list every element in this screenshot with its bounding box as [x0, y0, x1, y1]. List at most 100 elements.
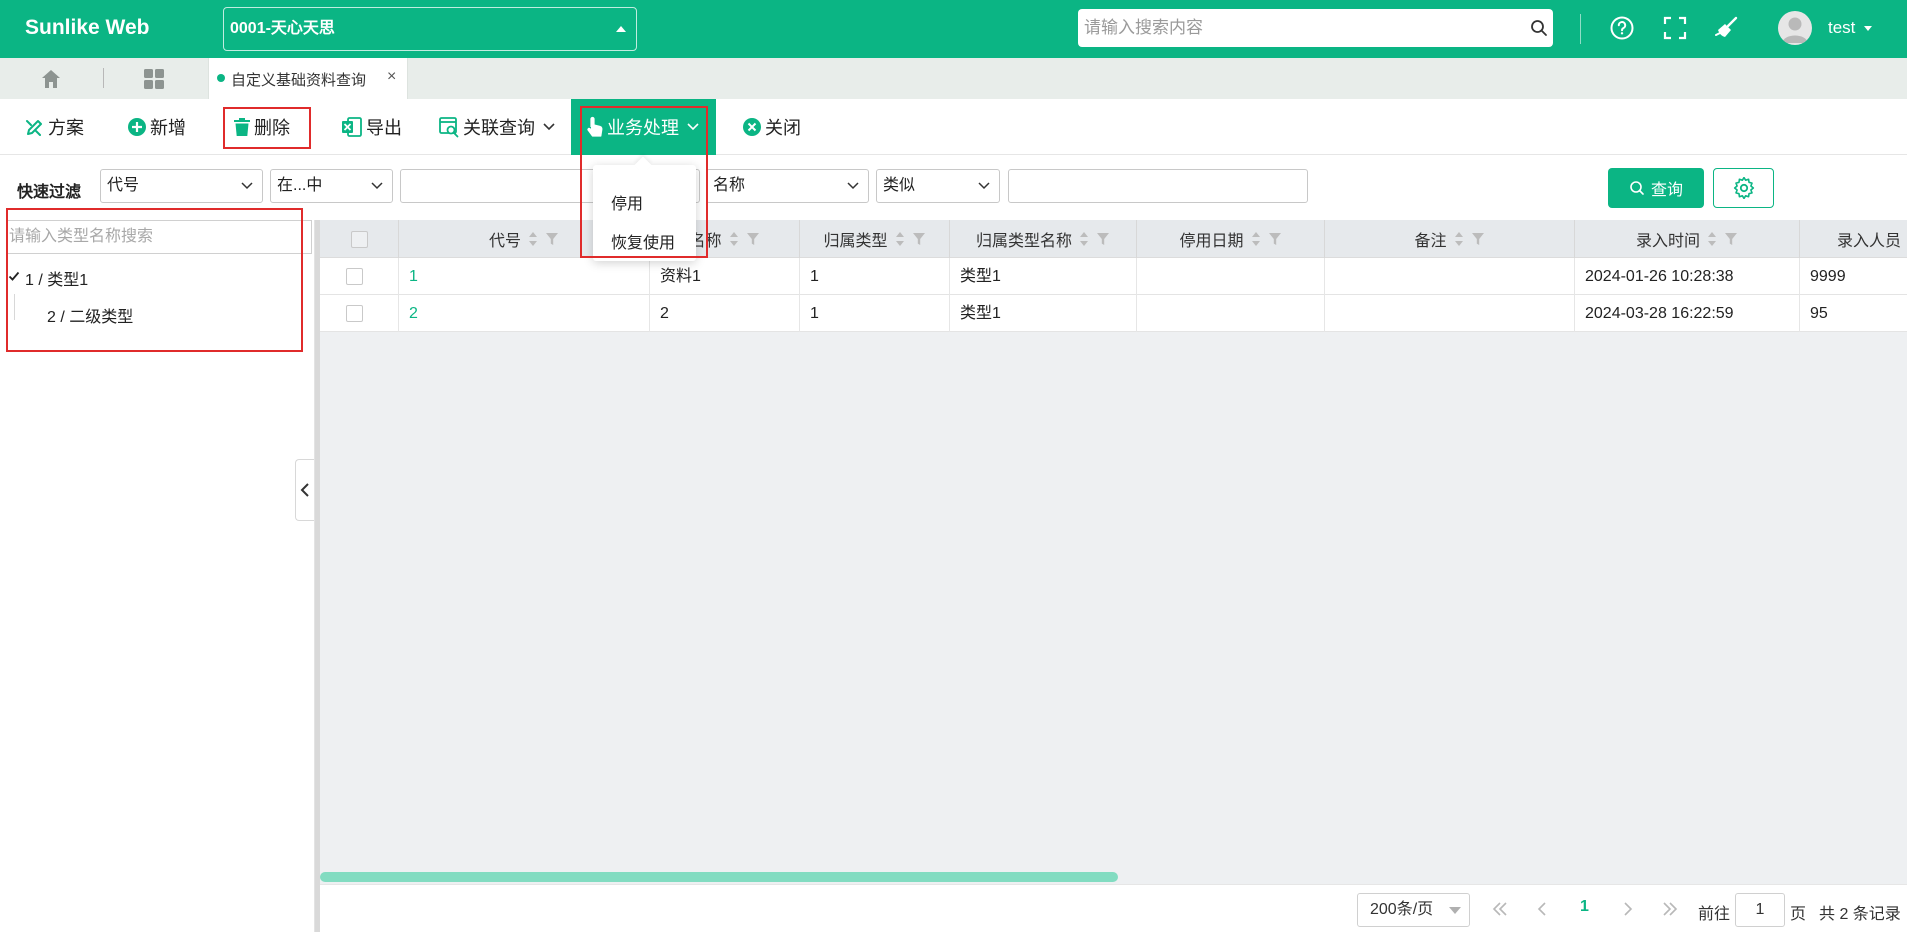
- global-search-input[interactable]: [1078, 9, 1553, 47]
- table-row[interactable]: 1 资料1 1 类型1 2024-01-26 10:28:38 9999: [320, 258, 1907, 295]
- col-header-type[interactable]: 归属类型: [800, 220, 950, 258]
- query-button[interactable]: 查询: [1608, 168, 1704, 208]
- edit-scheme-icon: [26, 120, 42, 136]
- filter-settings-button[interactable]: [1713, 168, 1774, 208]
- sort-icon[interactable]: [1706, 230, 1718, 248]
- plus-circle-icon: [128, 118, 146, 136]
- filter-funnel-icon[interactable]: [1096, 232, 1110, 246]
- header-divider: [1580, 14, 1581, 44]
- delete-button[interactable]: 删除: [233, 99, 290, 155]
- active-dot-icon: [217, 74, 225, 82]
- chevron-left-icon: [300, 483, 309, 497]
- col-header-created-time[interactable]: 录入时间: [1575, 220, 1800, 258]
- sort-icon[interactable]: [1078, 230, 1090, 248]
- filter-funnel-icon[interactable]: [545, 232, 559, 246]
- menu-item-restore[interactable]: 恢复使用: [611, 229, 675, 253]
- col-header-stop-date[interactable]: 停用日期: [1137, 220, 1325, 258]
- filter-funnel-icon[interactable]: [746, 232, 760, 246]
- checkmark-expanded-icon[interactable]: [8, 270, 20, 282]
- page-size-value: 200条/页: [1370, 901, 1434, 918]
- table-row[interactable]: 2 2 1 类型1 2024-03-28 16:22:59 95: [320, 295, 1907, 332]
- tree-search-input[interactable]: [6, 220, 312, 254]
- cell-name: 资料1: [650, 258, 800, 295]
- gear-icon: [1733, 177, 1754, 199]
- page-size-select[interactable]: 200条/页: [1357, 893, 1470, 927]
- scheme-button[interactable]: 方案: [25, 99, 84, 155]
- fullscreen-icon[interactable]: [1662, 15, 1688, 41]
- row-checkbox[interactable]: [346, 268, 363, 285]
- user-icon: [1782, 17, 1808, 43]
- sort-icon[interactable]: [1250, 230, 1262, 248]
- user-avatar[interactable]: [1778, 11, 1812, 45]
- filter-field2-select[interactable]: 名称: [706, 169, 869, 203]
- export-button[interactable]: 导出: [341, 99, 402, 155]
- business-process-button[interactable]: 业务处理: [571, 99, 716, 155]
- filter-funnel-icon[interactable]: [912, 232, 926, 246]
- filter-op2-value: 类似: [883, 177, 916, 194]
- menu-item-disable[interactable]: 停用: [611, 190, 643, 214]
- grid-apps-icon[interactable]: [143, 68, 165, 90]
- collapse-panel-button[interactable]: [295, 459, 314, 521]
- cell-created-time: 2024-03-28 16:22:59: [1575, 295, 1800, 332]
- next-page-icon[interactable]: [1618, 899, 1638, 919]
- close-button[interactable]: 关闭: [742, 99, 801, 155]
- row-select-cell: [320, 295, 399, 332]
- caret-up-icon: [616, 26, 626, 32]
- col-header-remark[interactable]: 备注: [1325, 220, 1575, 258]
- chevron-down-icon: [978, 182, 990, 190]
- filter-funnel-icon[interactable]: [1471, 232, 1485, 246]
- horizontal-scrollbar[interactable]: [320, 872, 1118, 882]
- col-header-label: 代号: [488, 233, 521, 250]
- filter-funnel-icon[interactable]: [1268, 232, 1282, 246]
- delete-label: 删除: [254, 118, 290, 138]
- col-header-creator[interactable]: 录入人员: [1800, 220, 1907, 258]
- current-page[interactable]: 1: [1580, 898, 1589, 916]
- goto-page-input[interactable]: [1735, 893, 1785, 927]
- broom-clean-icon[interactable]: [1714, 15, 1740, 41]
- filter-value2-input[interactable]: [1008, 169, 1308, 203]
- user-name[interactable]: test: [1828, 18, 1855, 38]
- last-page-icon[interactable]: [1660, 899, 1680, 919]
- cell-type-name: 类型1: [950, 295, 1137, 332]
- sort-icon[interactable]: [1453, 230, 1465, 248]
- sort-icon[interactable]: [728, 230, 740, 248]
- filter-op1-select[interactable]: 在...中: [270, 169, 393, 203]
- close-label: 关闭: [765, 118, 801, 138]
- scheme-label: 方案: [48, 118, 84, 138]
- tree-node-sub-type[interactable]: 2 / 二级类型: [47, 303, 133, 327]
- close-tab-icon[interactable]: ×: [387, 68, 396, 86]
- prev-page-icon[interactable]: [1532, 899, 1552, 919]
- tree-node-type1[interactable]: 1 / 类型1: [25, 266, 88, 290]
- add-button[interactable]: 新增: [127, 99, 186, 155]
- home-icon[interactable]: [40, 68, 62, 90]
- cell-type-name: 类型1: [950, 258, 1137, 295]
- related-query-button[interactable]: 关联查询: [438, 99, 559, 155]
- help-icon[interactable]: [1609, 15, 1635, 41]
- first-page-icon[interactable]: [1490, 899, 1510, 919]
- col-header-type-name[interactable]: 归属类型名称: [950, 220, 1137, 258]
- chevron-down-icon: [371, 182, 383, 190]
- row-checkbox[interactable]: [346, 305, 363, 322]
- sort-icon[interactable]: [527, 230, 539, 248]
- cell-remark: [1325, 258, 1575, 295]
- filter-field2-value: 名称: [713, 177, 746, 194]
- cell-creator: 9999: [1810, 268, 1846, 285]
- filter-funnel-icon[interactable]: [1724, 232, 1738, 246]
- tab-bar: 自定义基础资料查询 ×: [0, 58, 1907, 99]
- select-all-checkbox[interactable]: [350, 230, 368, 248]
- tab-custom-basic-query[interactable]: 自定义基础资料查询 ×: [208, 58, 408, 99]
- col-header-label: 录入时间: [1635, 233, 1700, 250]
- caret-down-icon[interactable]: [1864, 26, 1872, 31]
- export-label: 导出: [366, 118, 402, 138]
- search-icon[interactable]: [1530, 19, 1548, 37]
- excel-export-icon: [342, 117, 362, 137]
- cell-code-link[interactable]: 1: [399, 258, 650, 295]
- total-records: 共 2 条记录: [1819, 906, 1901, 923]
- filter-op2-select[interactable]: 类似: [876, 169, 1000, 203]
- cell-code-link[interactable]: 2: [399, 295, 650, 332]
- filter-field1-select[interactable]: 代号: [100, 169, 263, 203]
- org-selector[interactable]: 0001-天心天思: [223, 7, 637, 51]
- add-label: 新增: [150, 118, 186, 138]
- sort-icon[interactable]: [894, 230, 906, 248]
- col-header-label: 停用日期: [1179, 233, 1244, 250]
